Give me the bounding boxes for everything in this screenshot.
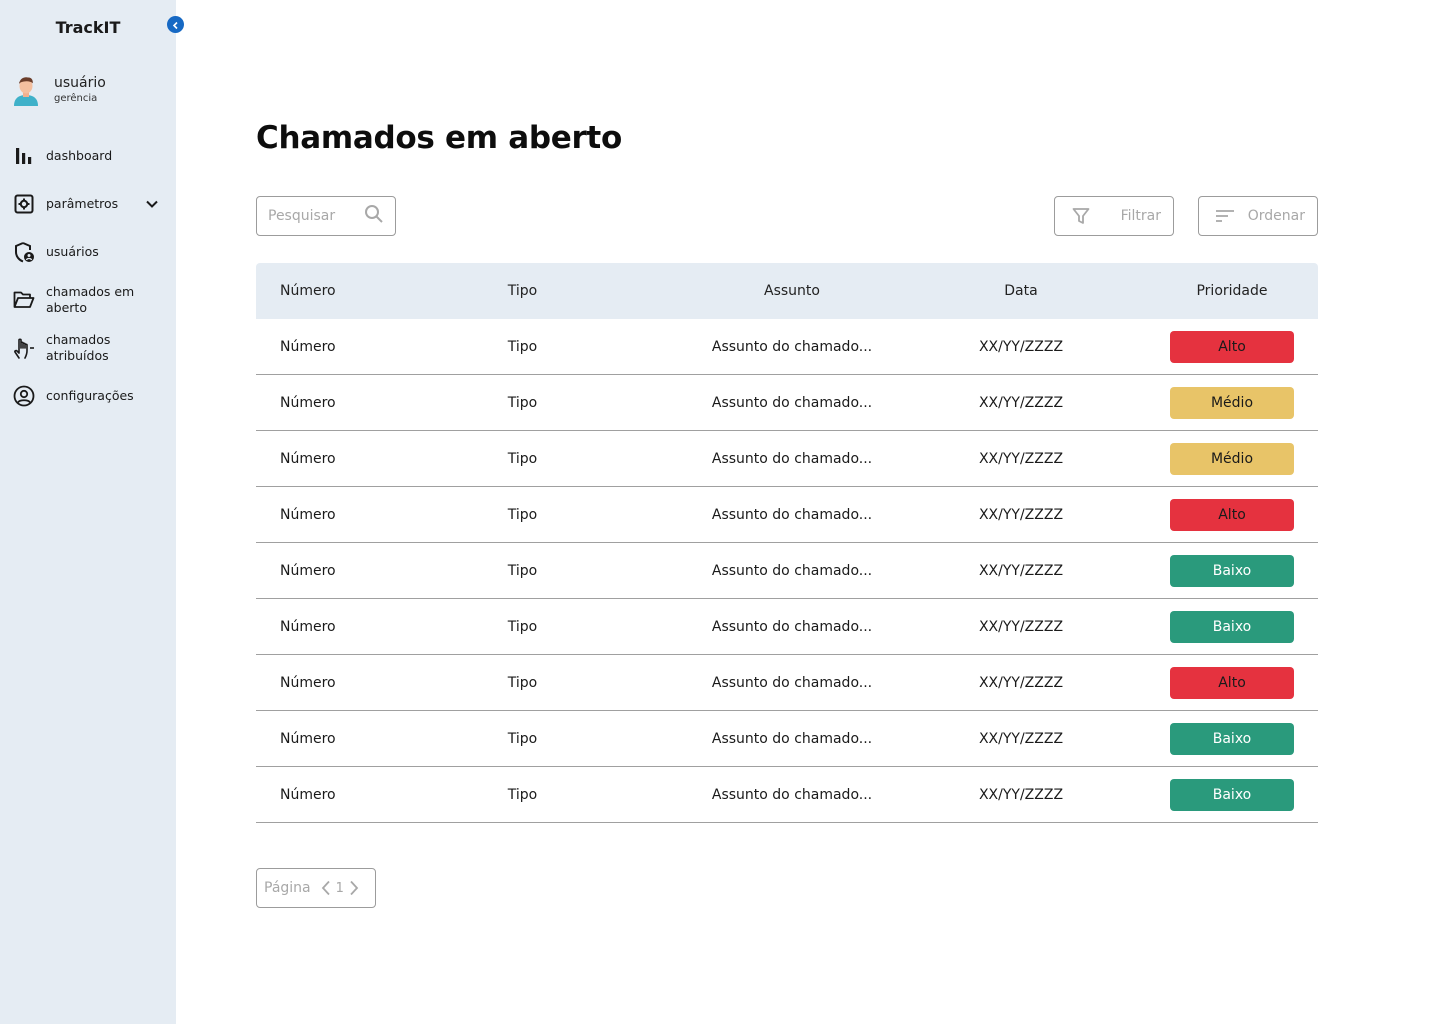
table-row[interactable]: Número Tipo Assunto do chamado... XX/YY/ZZZ…	[256, 319, 1318, 375]
header-assunto[interactable]: Assunto	[692, 263, 892, 319]
cell-assunto: Assunto do chamado...	[711, 675, 873, 691]
cell-assunto: Assunto do chamado...	[711, 563, 873, 579]
table-row[interactable]: Número Tipo Assunto do chamado... XX/YY/ZZZ…	[256, 375, 1318, 431]
sidebar-item-label: chamados em aberto	[46, 284, 135, 315]
filter-label: Filtrar	[1120, 208, 1161, 224]
sidebar-item-label: chamados atribuídos	[46, 332, 111, 363]
cell-data: XX/YY/ZZZZ	[978, 395, 1064, 411]
sidebar-item-usuarios[interactable]: usuários	[12, 240, 164, 264]
avatar	[14, 77, 38, 106]
cell-assunto: Assunto do chamado...	[711, 339, 873, 355]
chevron-down-icon[interactable]	[144, 196, 160, 216]
table-row[interactable]: Número Tipo Assunto do chamado... XX/YY/ZZZ…	[256, 767, 1318, 823]
cell-data: XX/YY/ZZZZ	[978, 339, 1064, 355]
cell-data: XX/YY/ZZZZ	[978, 787, 1064, 803]
cell-prioridade: Alto	[1170, 487, 1294, 543]
cell-data: XX/YY/ZZZZ	[978, 675, 1064, 691]
app-logo-text: TrackIT	[55, 18, 121, 37]
cell-prioridade: Baixo	[1170, 711, 1294, 767]
sort-label: Ordenar	[1247, 208, 1305, 224]
search-placeholder: Pesquisar	[268, 208, 336, 224]
priority-badge: Baixo	[1170, 779, 1294, 811]
priority-badge: Alto	[1170, 331, 1294, 363]
priority-badge: Alto	[1170, 499, 1294, 531]
priority-badge: Médio	[1170, 387, 1294, 419]
sidebar-item-dashboard[interactable]: dashboard	[12, 144, 164, 168]
chevron-left-icon	[171, 15, 180, 34]
user-profile[interactable]: usuário gerência	[12, 74, 106, 106]
table-body: Número Tipo Assunto do chamado... XX/YY/ZZZ…	[256, 319, 1318, 823]
sort-icon	[1214, 205, 1236, 227]
filter-icon	[1070, 205, 1092, 227]
sidebar-item-chamados-atribuidos[interactable]: chamados atribuídos	[12, 332, 164, 364]
sidebar-item-chamados-em-aberto[interactable]: chamados em aberto	[12, 284, 164, 316]
cell-assunto: Assunto do chamado...	[711, 787, 873, 803]
priority-badge: Alto	[1170, 667, 1294, 699]
bar-chart-icon	[12, 144, 36, 168]
sidebar-item-label: usuários	[46, 244, 99, 259]
header-prioridade[interactable]: Prioridade	[1170, 263, 1294, 319]
user-name: usuário	[54, 75, 106, 91]
header-data[interactable]: Data	[921, 263, 1121, 319]
settings-square-icon	[12, 192, 36, 216]
page-title: Chamados em aberto	[256, 120, 622, 156]
cell-prioridade: Alto	[1170, 655, 1294, 711]
cell-prioridade: Baixo	[1170, 543, 1294, 599]
user-circle-icon	[12, 384, 36, 408]
priority-badge: Baixo	[1170, 555, 1294, 587]
priority-badge: Baixo	[1170, 723, 1294, 755]
collapse-sidebar-button[interactable]	[167, 16, 184, 33]
table-header: Número Tipo Assunto Data Prioridade	[256, 263, 1318, 319]
sidebar-item-configuracoes[interactable]: configurações	[12, 384, 164, 408]
sidebar-item-parametros[interactable]: parâmetros	[12, 192, 164, 216]
table-row[interactable]: Número Tipo Assunto do chamado... XX/YY/ZZZ…	[256, 431, 1318, 487]
tickets-table: Número Tipo Assunto Data Prioridade Núme…	[256, 263, 1318, 823]
table-row[interactable]: Número Tipo Assunto do chamado... XX/YY/ZZZ…	[256, 655, 1318, 711]
search-icon[interactable]	[364, 204, 384, 228]
chevron-right-icon[interactable]	[347, 878, 361, 898]
cell-data: XX/YY/ZZZZ	[978, 619, 1064, 635]
cell-data: XX/YY/ZZZZ	[978, 563, 1064, 579]
current-page: 1	[335, 880, 344, 896]
hand-icon	[12, 336, 36, 360]
table-row[interactable]: Número Tipo Assunto do chamado... XX/YY/ZZZ…	[256, 599, 1318, 655]
sidebar-item-label: configurações	[46, 388, 134, 403]
cell-prioridade: Médio	[1170, 375, 1294, 431]
shield-user-icon	[12, 240, 36, 264]
table-row[interactable]: Número Tipo Assunto do chamado... XX/YY/ZZZ…	[256, 711, 1318, 767]
pagination: Página 1	[256, 868, 376, 908]
cell-prioridade: Baixo	[1170, 599, 1294, 655]
filter-button[interactable]: Filtrar	[1054, 196, 1174, 236]
folder-open-icon	[12, 288, 36, 312]
cell-assunto: Assunto do chamado...	[711, 731, 873, 747]
cell-prioridade: Baixo	[1170, 767, 1294, 823]
cell-prioridade: Alto	[1170, 319, 1294, 375]
cell-data: XX/YY/ZZZZ	[978, 451, 1064, 467]
sidebar-item-label: dashboard	[46, 148, 113, 163]
cell-assunto: Assunto do chamado...	[711, 451, 873, 467]
sidebar-item-label: parâmetros	[46, 196, 119, 211]
sort-button[interactable]: Ordenar	[1198, 196, 1318, 236]
priority-badge: Médio	[1170, 443, 1294, 475]
priority-badge: Baixo	[1170, 611, 1294, 643]
cell-data: XX/YY/ZZZZ	[978, 731, 1064, 747]
cell-assunto: Assunto do chamado...	[711, 395, 873, 411]
sidebar: TrackIT usuário gerência dashboard parâm…	[0, 0, 176, 1024]
cell-prioridade: Médio	[1170, 431, 1294, 487]
cell-data: XX/YY/ZZZZ	[978, 507, 1064, 523]
table-row[interactable]: Número Tipo Assunto do chamado... XX/YY/ZZZ…	[256, 487, 1318, 543]
cell-assunto: Assunto do chamado...	[711, 507, 873, 523]
pagination-label: Página	[264, 880, 311, 896]
search-input[interactable]: Pesquisar	[256, 196, 396, 236]
user-role: gerência	[54, 93, 98, 104]
chevron-left-icon[interactable]	[319, 878, 333, 898]
table-row[interactable]: Número Tipo Assunto do chamado... XX/YY/ZZZ…	[256, 543, 1318, 599]
cell-assunto: Assunto do chamado...	[711, 619, 873, 635]
